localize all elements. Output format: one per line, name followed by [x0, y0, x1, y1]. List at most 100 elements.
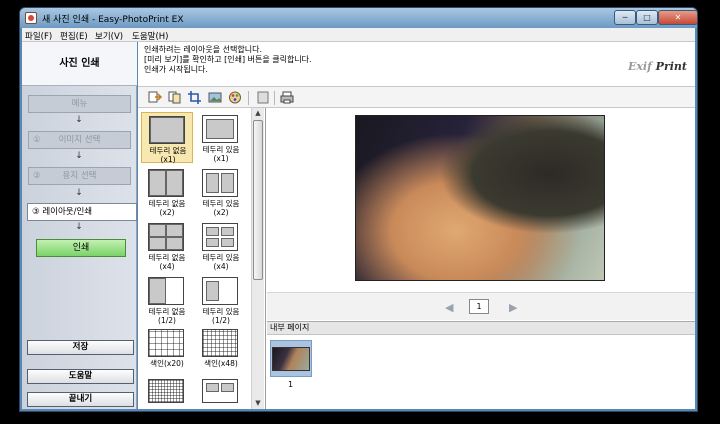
layout-thumbnail: [202, 223, 238, 251]
instruction-line: 인쇄가 시작됩니다.: [144, 65, 208, 74]
layout-bordered-half[interactable]: 테두리 있음 (1/2): [195, 274, 247, 325]
scroll-up-icon[interactable]: ▲: [252, 108, 264, 119]
print-settings-icon[interactable]: [280, 91, 294, 104]
layout-bordered-x1[interactable]: 테두리 있음 (x1): [195, 112, 247, 163]
layout-label: 테두리 있음 (x1): [202, 145, 240, 163]
layout-label: 테두리 있음 (x2): [202, 199, 240, 217]
arrow-down-icon: ↓: [75, 188, 83, 198]
layout-label: 테두리 없음 (1/2): [148, 307, 186, 325]
menu-edit[interactable]: 편집(E): [60, 30, 88, 42]
instructions: 인쇄하려는 레이아웃을 선택합니다. [미리 보기]를 확인하고 [인쇄] 버튼…: [144, 45, 312, 75]
app-window: 새 사진 인쇄 - Easy-PhotoPrint EX ─ □ ✕ 파일(F)…: [19, 7, 698, 412]
page-thumbnail-photo: [272, 347, 310, 371]
sidebar-title: 사진 인쇄: [22, 42, 137, 86]
layout-label: 테두리 있음 (1/2): [202, 307, 240, 325]
menu-bar: 파일(F) 편집(E) 보기(V) 도움말(H): [22, 28, 695, 42]
layout-bordered-x2[interactable]: 테두리 있음 (x2): [195, 166, 247, 217]
step-layout-print[interactable]: ③ 레이아웃/인쇄: [27, 203, 137, 221]
page-number: 1: [469, 299, 489, 314]
scroll-down-icon[interactable]: ▼: [252, 398, 264, 409]
page-thumbnail-label: 1: [288, 380, 294, 389]
page-thumbnail[interactable]: [270, 340, 312, 377]
toolbar-separator: [248, 91, 249, 105]
minimize-button[interactable]: ─: [614, 10, 636, 25]
layout-thumbnail: [202, 169, 238, 197]
layout-bordered-x4[interactable]: 테두리 있음 (x4): [195, 220, 247, 271]
layout-index-x20[interactable]: 색인(x20): [141, 326, 193, 368]
layout-label: 테두리 없음 (x4): [148, 253, 186, 271]
step-select-image[interactable]: ① 이미지 선택: [28, 131, 131, 149]
layout-label: 색인(x20): [150, 359, 184, 368]
preview-photo[interactable]: [355, 115, 605, 281]
step-select-image-label: 이미지 선택: [58, 135, 101, 145]
close-button[interactable]: ✕: [658, 10, 697, 25]
print-button[interactable]: 인쇄: [36, 239, 126, 257]
instruction-line: 인쇄하려는 레이아웃을 선택합니다.: [144, 45, 263, 54]
image-adjust-icon[interactable]: [208, 91, 222, 104]
scroll-thumb[interactable]: [253, 120, 263, 280]
exif-print-logo: Exif Print: [628, 60, 687, 73]
layout-label: 색인(x48): [204, 359, 238, 368]
step-menu-label: 메뉴: [71, 99, 88, 109]
arrow-down-icon: ↓: [75, 151, 83, 161]
step-number: ③: [32, 207, 40, 217]
internal-pages-panel: 내부 페이지 1: [267, 321, 695, 409]
layout-label: 테두리 없음 (x2): [148, 199, 186, 217]
window-title: 새 사진 인쇄 - Easy-PhotoPrint EX: [42, 15, 184, 25]
layout-index-x48[interactable]: 색인(x48): [195, 326, 247, 368]
layout-borderless-x1[interactable]: 테두리 없음 (x1): [141, 112, 193, 164]
print-preview: [267, 108, 695, 321]
app-icon: [25, 12, 37, 24]
help-button[interactable]: 도움말: [27, 369, 134, 384]
logo-print-text: Print: [655, 60, 687, 73]
menu-view[interactable]: 보기(V): [95, 30, 123, 42]
internal-pages-header: 내부 페이지: [267, 322, 695, 335]
menu-help[interactable]: 도움말(H): [132, 30, 168, 42]
step-sidebar: 사진 인쇄 메뉴 ↓ ① 이미지 선택 ↓ ② 용지 선택 ↓ ③ 레이아웃/인…: [22, 42, 137, 409]
step-select-paper[interactable]: ② 용지 선택: [28, 167, 131, 185]
layout-thumbnail: [202, 277, 238, 305]
main-content: 인쇄하려는 레이아웃을 선택합니다. [미리 보기]를 확인하고 [인쇄] 버튼…: [138, 42, 695, 409]
toolbar: [138, 86, 695, 108]
layout-multi[interactable]: [195, 376, 247, 404]
crop-icon[interactable]: [188, 91, 202, 104]
step-layout-print-label: 레이아웃/인쇄: [42, 207, 93, 217]
step-select-paper-label: 용지 선택: [62, 171, 97, 181]
logo-exif-text: Exif: [627, 60, 652, 73]
layout-thumbnail: [202, 329, 238, 357]
layout-thumbnail: [148, 329, 184, 357]
step-menu[interactable]: 메뉴: [28, 95, 131, 113]
layout-thumbnail: [149, 116, 185, 144]
exit-button[interactable]: 끝내기: [27, 392, 134, 407]
save-button[interactable]: 저장: [27, 340, 134, 355]
step-number: ②: [33, 171, 41, 181]
layout-list: 테두리 없음 (x1) 테두리 있음 (x1) 테두리 없음 (x2) 테두리 있음(…: [138, 108, 266, 409]
page-forward-icon[interactable]: [148, 91, 162, 104]
menu-file[interactable]: 파일(F): [25, 30, 52, 42]
next-page-icon[interactable]: ▶: [509, 301, 517, 314]
layout-scrollbar[interactable]: ▲ ▼: [251, 108, 264, 409]
toolbar-separator: [274, 91, 275, 105]
arrow-down-icon: ↓: [75, 222, 83, 232]
layout-label: 테두리 없음 (x1): [149, 146, 187, 164]
maximize-button[interactable]: □: [636, 10, 658, 25]
layout-thumbnail: [202, 115, 238, 143]
title-bar[interactable]: 새 사진 인쇄 - Easy-PhotoPrint EX ─ □ ✕: [20, 8, 697, 28]
layout-index-more[interactable]: [141, 376, 193, 404]
arrow-down-icon: ↓: [75, 115, 83, 125]
fill-page-icon[interactable]: [256, 91, 270, 104]
layout-borderless-half[interactable]: 테두리 없음 (1/2): [141, 274, 193, 325]
layout-thumbnail: [148, 169, 184, 197]
instruction-line: [미리 보기]를 확인하고 [인쇄] 버튼을 클릭합니다.: [144, 55, 312, 64]
layout-borderless-x2[interactable]: 테두리 없음 (x2): [141, 166, 193, 217]
layout-thumbnail: [148, 379, 184, 403]
page-navigator: ◀ 1 ▶: [267, 292, 695, 320]
layout-thumbnail: [148, 223, 184, 251]
copy-page-icon[interactable]: [168, 91, 182, 104]
color-palette-icon[interactable]: [228, 91, 242, 104]
layout-thumbnail: [202, 379, 238, 403]
layout-thumbnail: [148, 277, 184, 305]
step-number: ①: [33, 135, 41, 145]
layout-borderless-x4[interactable]: 테두리 없음 (x4): [141, 220, 193, 271]
prev-page-icon[interactable]: ◀: [445, 301, 453, 314]
